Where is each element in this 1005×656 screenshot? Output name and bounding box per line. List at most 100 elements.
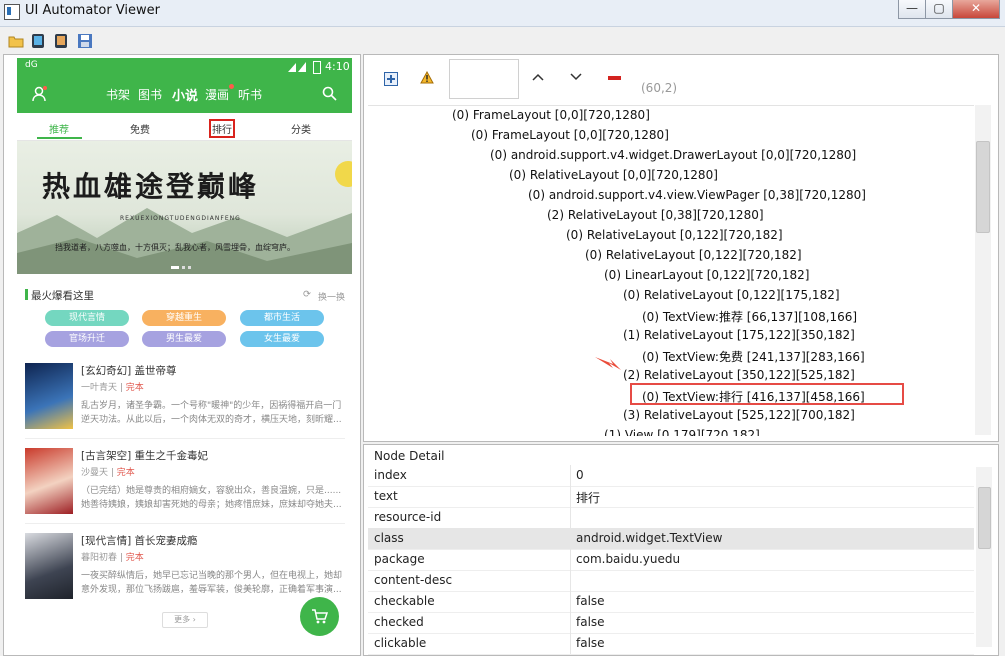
detail-value[interactable]: 排行 (576, 489, 600, 506)
clear-icon[interactable] (608, 76, 621, 80)
tree-scrollbar[interactable] (975, 105, 991, 435)
detail-row-checked[interactable]: checked false (368, 612, 974, 634)
tree-node[interactable]: (2) RelativeLayout [0,38][720,1280] (547, 208, 764, 222)
detail-value[interactable]: false (576, 615, 605, 629)
book-list-item[interactable]: [古言架空] 重生之千金毒妃 沙曼天 | 完本 （已完结）她是尊贵的相府嫡女，容… (25, 448, 350, 534)
detail-row-package[interactable]: package com.baidu.yuedu (368, 549, 974, 571)
pointer-arrow-icon (595, 357, 621, 370)
minimize-button[interactable]: — (898, 0, 926, 19)
detail-key: index (374, 468, 407, 482)
tree-node[interactable]: (0) FrameLayout [0,0][720,1280] (471, 128, 669, 142)
book-list-item[interactable]: [现代言情] 首长宠妻成瘾 暮阳初春 | 完本 一夜买醉纵情后，她早已忘记当晚的… (25, 533, 350, 619)
detail-key: clickable (374, 636, 427, 650)
chevron-up-icon[interactable] (532, 73, 544, 81)
divider (25, 523, 345, 524)
tree-node[interactable]: (3) RelativeLayout [525,122][700,182] (623, 408, 855, 422)
selection-highlight (630, 383, 904, 405)
device-screenshot[interactable]: dG 4:10 书架 图书 小说 漫画 听书 推荐 免费 排行 分类 热血雄途登… (17, 58, 352, 652)
tree-node[interactable]: (1) RelativeLayout [175,122][350,182] (623, 328, 855, 342)
indicator-dot (171, 266, 179, 269)
tree-node[interactable]: (2) RelativeLayout [350,122][525,182] (623, 368, 855, 382)
window-titlebar: UI Automator Viewer — ▢ ✕ (0, 0, 1005, 27)
tag-button[interactable]: 都市生活 (240, 310, 324, 326)
nav-bookshelf[interactable]: 书架 (106, 86, 130, 103)
tree-node[interactable]: (0) TextView:免费 [241,137][283,166] (642, 348, 865, 365)
detail-row-checkable[interactable]: checkable false (368, 591, 974, 613)
tag-button[interactable]: 穿越重生 (142, 310, 226, 326)
active-tab-indicator (37, 137, 82, 139)
banner-slogan: 挡我道者，八方噬血，十方俱灭；乱我心者，风雪埋骨，血绽穹庐。 (55, 243, 295, 252)
book-list-item[interactable]: [玄幻奇幻] 盖世帝尊 一叶青天 | 完本 乱古岁月，诸圣争霸。一个号称"暖神"… (25, 363, 350, 449)
tab-recommend[interactable]: 推荐 (49, 121, 69, 136)
phone-tab-bar: 推荐 免费 排行 分类 (17, 116, 352, 141)
search-field[interactable] (449, 59, 519, 99)
tree-node[interactable]: (0) android.support.v4.widget.DrawerLayo… (490, 148, 856, 162)
window-title: UI Automator Viewer (25, 3, 161, 18)
nav-comics[interactable]: 漫画 (205, 86, 229, 103)
column-divider (570, 528, 571, 549)
tag-button[interactable]: 官场升迁 (45, 331, 129, 347)
tree-node[interactable]: (0) RelativeLayout [0,122][720,182] (585, 248, 802, 262)
tree-node[interactable]: (0) RelativeLayout [0,122][720,182] (566, 228, 783, 242)
chevron-down-icon[interactable] (570, 73, 582, 81)
tab-ranking[interactable]: 排行 (209, 119, 235, 138)
device-screenshot-icon[interactable] (30, 33, 46, 49)
scrollbar-thumb[interactable] (978, 487, 991, 549)
nav-books[interactable]: 图书 (138, 86, 162, 103)
more-button[interactable]: 更多 › (162, 612, 208, 628)
node-detail-header: Node Detail (374, 449, 445, 463)
scrollbar-thumb[interactable] (976, 141, 990, 233)
detail-value[interactable]: false (576, 636, 605, 650)
expand-all-icon[interactable] (384, 72, 398, 86)
cart-fab[interactable] (300, 597, 339, 636)
detail-scrollbar[interactable] (976, 467, 992, 647)
detail-value[interactable]: false (576, 594, 605, 608)
book-cover-image (25, 363, 73, 429)
cart-icon (312, 609, 328, 624)
tab-free[interactable]: 免费 (130, 121, 150, 136)
save-icon[interactable] (77, 33, 93, 49)
refresh-icon[interactable]: ⟳ (303, 289, 311, 300)
user-icon[interactable] (31, 86, 47, 102)
phone-app-bar: 书架 图书 小说 漫画 听书 (17, 75, 352, 113)
detail-row-index[interactable]: index 0 (368, 465, 974, 487)
promo-banner[interactable]: 热血雄途登巅峰 REXUEXIONGTUDENGDIANFENG 挡我道者，八方… (17, 141, 352, 274)
detail-row-text[interactable]: text 排行 (368, 486, 974, 508)
tree-node[interactable]: (0) RelativeLayout [0,122][175,182] (623, 288, 840, 302)
detail-row-class[interactable]: class android.widget.TextView (368, 528, 974, 550)
detail-row-content-desc[interactable]: content-desc (368, 570, 974, 592)
refresh-button[interactable]: 换一换 (318, 290, 345, 303)
device-screenshot-compressed-icon[interactable] (53, 33, 69, 49)
tree-node[interactable]: (0) FrameLayout [0,0][720,1280] (452, 108, 650, 122)
hierarchy-panel: (60,2) (0) FrameLayout [0,0][720,1280] (0… (363, 54, 999, 442)
search-icon[interactable] (322, 86, 337, 101)
phone-status-bar: dG 4:10 (17, 58, 352, 75)
nav-novels[interactable]: 小说 (172, 85, 198, 104)
detail-row-clickable[interactable]: clickable false (368, 633, 974, 655)
detail-value[interactable]: 0 (576, 468, 584, 482)
detail-row-resource-id[interactable]: resource-id (368, 507, 974, 529)
banner-sun-decoration (335, 161, 352, 187)
close-button[interactable]: ✕ (952, 0, 1000, 19)
maximize-button[interactable]: ▢ (925, 0, 953, 19)
tree-node[interactable]: (0) LinearLayout [0,122][720,182] (604, 268, 809, 282)
detail-value[interactable]: com.baidu.yuedu (576, 552, 680, 566)
tree-node[interactable]: (0) RelativeLayout [0,0][720,1280] (509, 168, 718, 182)
open-folder-icon[interactable] (8, 33, 24, 49)
detail-key: package (374, 552, 425, 566)
tree-node[interactable]: (0) android.support.v4.view.ViewPager [0… (528, 188, 866, 202)
warning-icon[interactable] (420, 71, 434, 84)
detail-value[interactable]: android.widget.TextView (576, 531, 722, 545)
tree-node[interactable]: (0) TextView:推荐 [66,137][108,166] (642, 308, 857, 325)
tree-node[interactable]: (1) View [0,179][720,182] (604, 428, 760, 436)
tag-button[interactable]: 女生最爱 (240, 331, 324, 347)
new-badge (229, 84, 234, 89)
nav-audio[interactable]: 听书 (238, 86, 262, 103)
book-description: （已完结）她是尊贵的相府嫡女，容貌出众，善良温婉，只是......她善待姨娘，姨… (81, 486, 342, 510)
indicator-dot (182, 266, 185, 269)
signal-icon (288, 62, 306, 72)
tag-button[interactable]: 男生最爱 (142, 331, 226, 347)
tag-button[interactable]: 现代言情 (45, 310, 129, 326)
tab-category[interactable]: 分类 (291, 121, 311, 136)
status-time: 4:10 (325, 60, 350, 73)
